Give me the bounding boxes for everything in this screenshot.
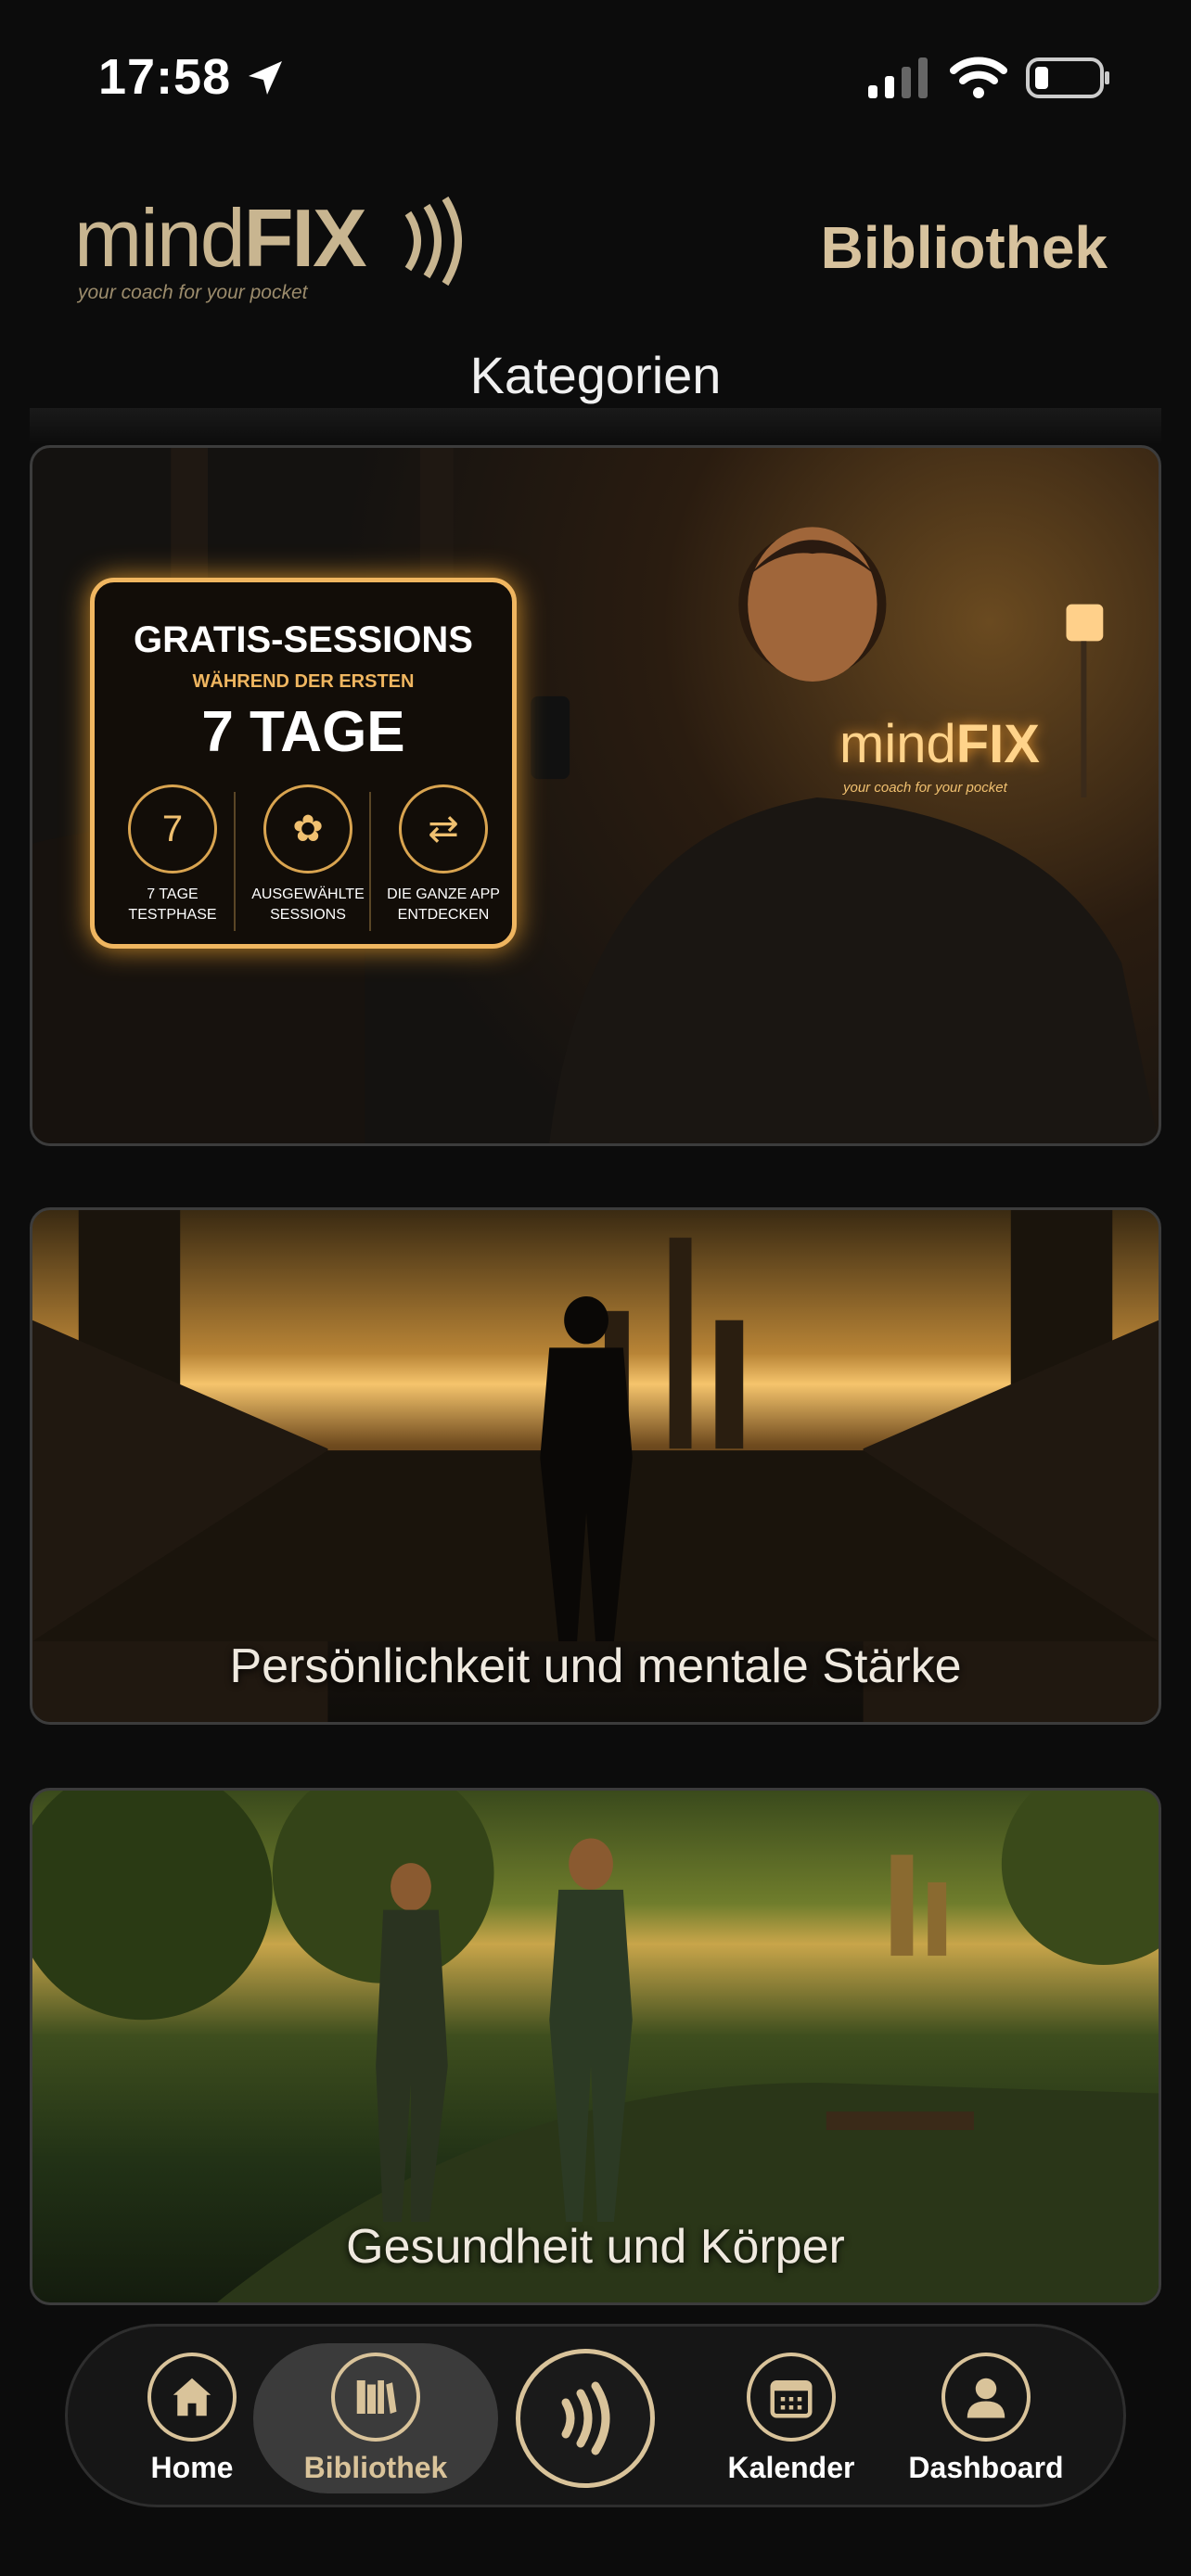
- category-label: Persönlichkeit und mentale Stärke: [229, 1639, 962, 1693]
- promo-brand-logo: mindFIX your coach for your pocket: [839, 714, 1040, 796]
- section-divider: [30, 408, 1161, 445]
- section-title: Kategorien: [469, 346, 722, 404]
- tab-calendar[interactable]: Kalender: [708, 2343, 875, 2493]
- category-card-personality[interactable]: Persönlichkeit und mentale Stärke: [30, 1207, 1161, 1725]
- tab-dashboard[interactable]: Dashboard: [903, 2343, 1069, 2493]
- lotus-icon: ✿: [263, 784, 352, 874]
- books-icon: [331, 2353, 420, 2442]
- battery-icon: [1026, 57, 1109, 98]
- house-icon: [147, 2353, 237, 2442]
- category-card-health[interactable]: Gesundheit und Körper: [30, 1788, 1161, 2305]
- page-title: Bibliothek: [820, 214, 1108, 281]
- calendar-icon: 7: [128, 784, 217, 874]
- user-profile-icon: [941, 2353, 1031, 2442]
- promo-feature-trial: 7 7 TAGE TESTPHASE: [108, 784, 237, 925]
- tab-home[interactable]: Home: [109, 2343, 275, 2493]
- bottom-tab-bar: Home Bibliothek Kalender Dashboard: [65, 2324, 1126, 2507]
- calendar-icon: [747, 2353, 836, 2442]
- signpost-icon: ⇄: [399, 784, 488, 874]
- location-arrow-icon: [249, 61, 282, 95]
- promo-feature-explore: ⇄ DIE GANZE APP ENTDECKEN: [378, 784, 508, 925]
- promo-card[interactable]: GRATIS-SESSIONS WÄHREND DER ERSTEN 7 TAG…: [30, 445, 1161, 1146]
- mindfix-logo: mindFIX your coach for your pocket: [74, 191, 464, 312]
- promo-badge: GRATIS-SESSIONS WÄHREND DER ERSTEN 7 TAG…: [90, 578, 517, 949]
- wifi-icon: [950, 57, 1007, 98]
- category-label: Gesundheit und Körper: [346, 2220, 845, 2274]
- status-bar: 17:58: [0, 0, 1191, 148]
- app-header: mindFIX your coach for your pocket Bibli…: [0, 176, 1191, 325]
- sound-waves-icon: [404, 196, 462, 287]
- mindfix-waves-icon: [516, 2349, 655, 2488]
- tab-mindfix-player[interactable]: [511, 2343, 660, 2493]
- status-time: 17:58: [98, 49, 232, 105]
- cellular-signal-icon: [868, 57, 928, 98]
- tab-library[interactable]: Bibliothek: [253, 2343, 498, 2493]
- promo-feature-sessions: ✿ AUSGEWÄHLTE SESSIONS: [243, 784, 373, 925]
